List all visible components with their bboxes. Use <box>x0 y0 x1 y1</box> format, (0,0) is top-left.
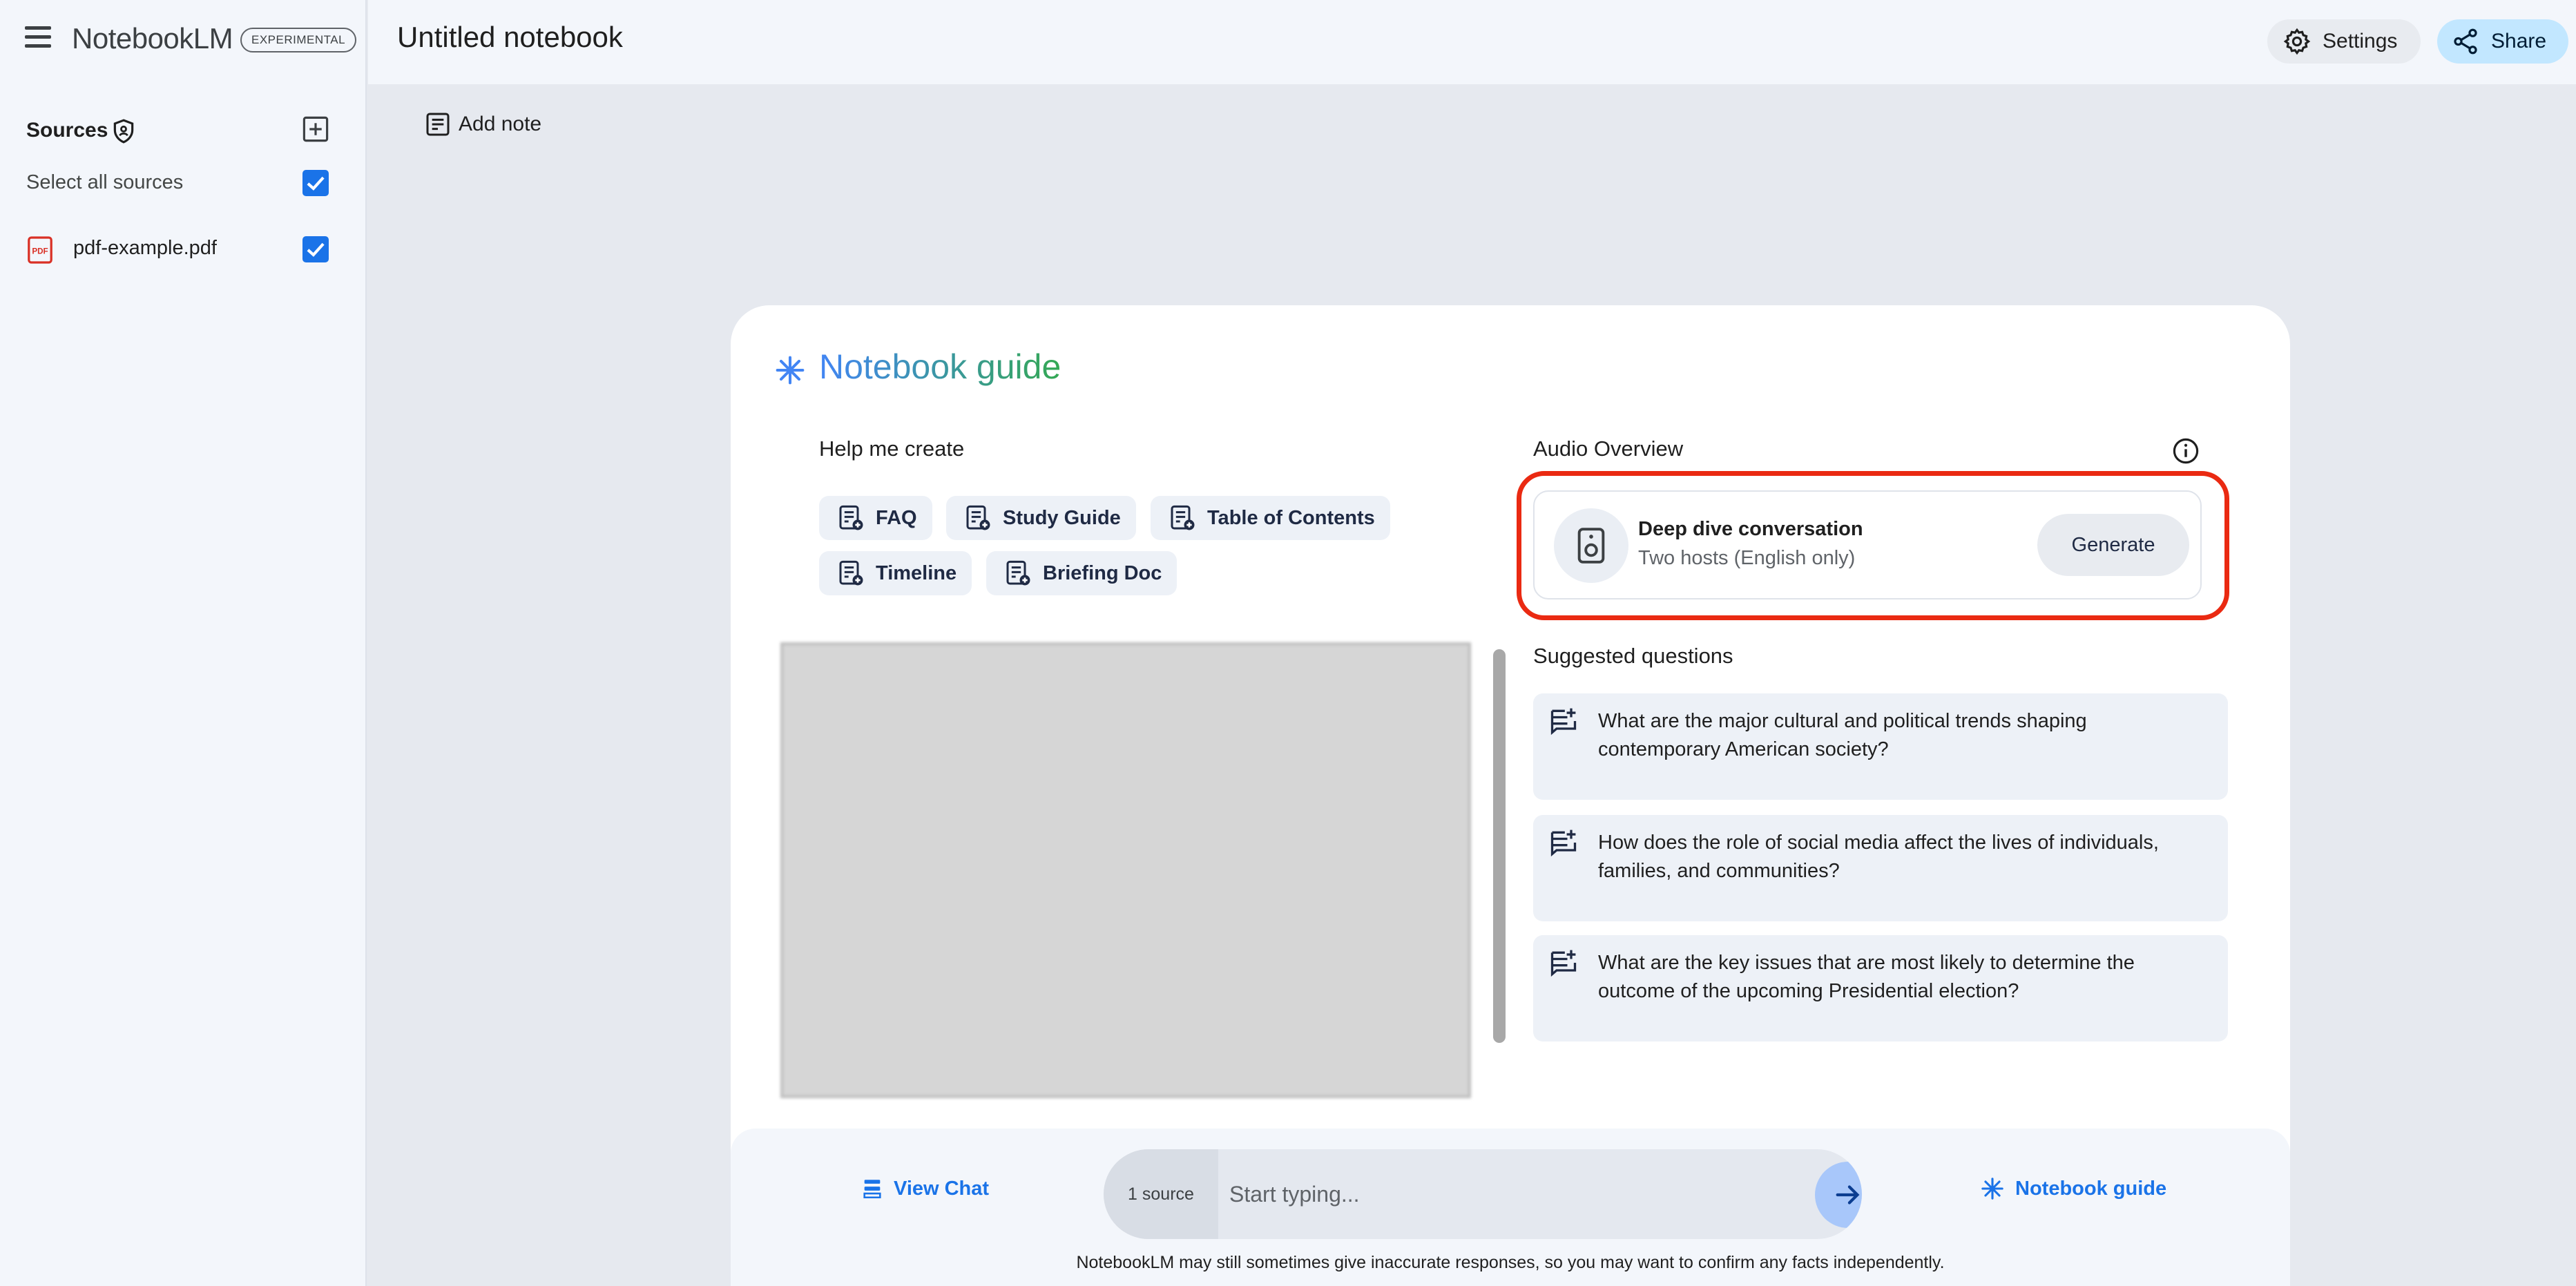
audio-overview-label: Audio Overview <box>1533 436 1684 461</box>
info-icon[interactable] <box>2171 436 2200 466</box>
app-logo: NotebookLM <box>72 22 233 55</box>
add-source-icon[interactable] <box>301 115 330 144</box>
blurred-content <box>780 642 1471 1098</box>
source-checkbox[interactable] <box>302 236 329 262</box>
chat-bar: View Chat 1 source Notebook guide Notebo… <box>731 1129 2290 1286</box>
menu-icon[interactable] <box>25 26 57 54</box>
add-note-button[interactable]: Add note <box>424 111 541 138</box>
check-icon <box>307 242 325 257</box>
notebook-guide-button[interactable]: Notebook guide <box>1981 1177 2166 1200</box>
sparkle-icon <box>1981 1178 2003 1200</box>
suggested-question[interactable]: What are the major cultural and politica… <box>1533 693 2228 800</box>
chip-label: Timeline <box>876 562 957 584</box>
chip-study-guide[interactable]: Study Guide <box>946 496 1136 540</box>
gear-icon <box>2283 28 2311 55</box>
chip-label: Table of Contents <box>1207 506 1375 529</box>
notebook-guide-label: Notebook guide <box>2015 1177 2167 1200</box>
chip-timeline[interactable]: Timeline <box>819 551 972 595</box>
sidebar: NotebookLM EXPERIMENTAL Sources Select a… <box>0 0 367 1286</box>
chip-faq[interactable]: FAQ <box>819 496 932 540</box>
pdf-icon: PDF <box>28 236 52 264</box>
chip-briefing-doc[interactable]: Briefing Doc <box>986 551 1178 595</box>
shield-icon <box>113 119 134 144</box>
view-chat-button[interactable]: View Chat <box>861 1177 989 1200</box>
doc-add-icon <box>839 505 863 530</box>
check-icon <box>307 176 325 191</box>
doc-add-icon <box>1171 505 1195 530</box>
disclaimer-text: NotebookLM may still sometimes give inac… <box>1076 1253 1945 1272</box>
source-count-pill[interactable]: 1 source <box>1104 1149 1218 1239</box>
chat-icon <box>863 1180 881 1199</box>
select-all-label: Select all sources <box>26 171 184 193</box>
question-text: How does the role of social media affect… <box>1598 832 2159 882</box>
svg-text:PDF: PDF <box>32 247 48 256</box>
note-add-icon <box>426 113 450 136</box>
chip-label: Briefing Doc <box>1043 562 1162 584</box>
question-text: What are the key issues that are most li… <box>1598 952 2135 1002</box>
help-me-create-label: Help me create <box>819 436 965 461</box>
chat-input[interactable] <box>1218 1149 1764 1239</box>
doc-add-icon <box>1006 560 1030 586</box>
chip-label: FAQ <box>876 506 917 529</box>
settings-button[interactable]: Settings <box>2267 19 2421 64</box>
suggested-question[interactable]: What are the key issues that are most li… <box>1533 935 2228 1042</box>
source-item-name[interactable]: pdf-example.pdf <box>73 237 217 260</box>
view-chat-label: View Chat <box>894 1177 990 1200</box>
chat-input-container: 1 source <box>1104 1149 1862 1239</box>
top-bar: Untitled notebook Settings Share <box>368 0 2576 84</box>
doc-add-icon <box>966 505 990 530</box>
chip-label: Study Guide <box>1003 506 1121 529</box>
share-button[interactable]: Share <box>2437 19 2568 64</box>
scrollbar[interactable] <box>1493 649 1506 1043</box>
chat-add-icon <box>1550 829 1577 857</box>
select-all-checkbox[interactable] <box>302 170 329 196</box>
chip-table-of-contents[interactable]: Table of Contents <box>1151 496 1390 540</box>
experimental-badge: EXPERIMENTAL <box>240 28 357 52</box>
share-icon <box>2454 28 2477 55</box>
question-text: What are the major cultural and politica… <box>1598 710 2087 760</box>
annotation-highlight <box>1517 471 2229 620</box>
share-label: Share <box>2491 30 2547 52</box>
notebook-title[interactable]: Untitled notebook <box>397 21 623 54</box>
chat-add-icon <box>1550 708 1577 736</box>
add-note-label: Add note <box>459 113 542 135</box>
sources-title: Sources <box>26 119 108 142</box>
settings-label: Settings <box>2323 30 2398 52</box>
suggested-question[interactable]: How does the role of social media affect… <box>1533 815 2228 921</box>
guide-title: Notebook guide <box>819 347 1061 386</box>
send-button[interactable] <box>1815 1162 1862 1228</box>
chat-add-icon <box>1550 950 1577 977</box>
sparkle-icon <box>776 356 805 385</box>
arrow-right-icon <box>1836 1185 1860 1205</box>
doc-add-icon <box>839 560 863 586</box>
suggested-questions-label: Suggested questions <box>1533 644 1733 668</box>
